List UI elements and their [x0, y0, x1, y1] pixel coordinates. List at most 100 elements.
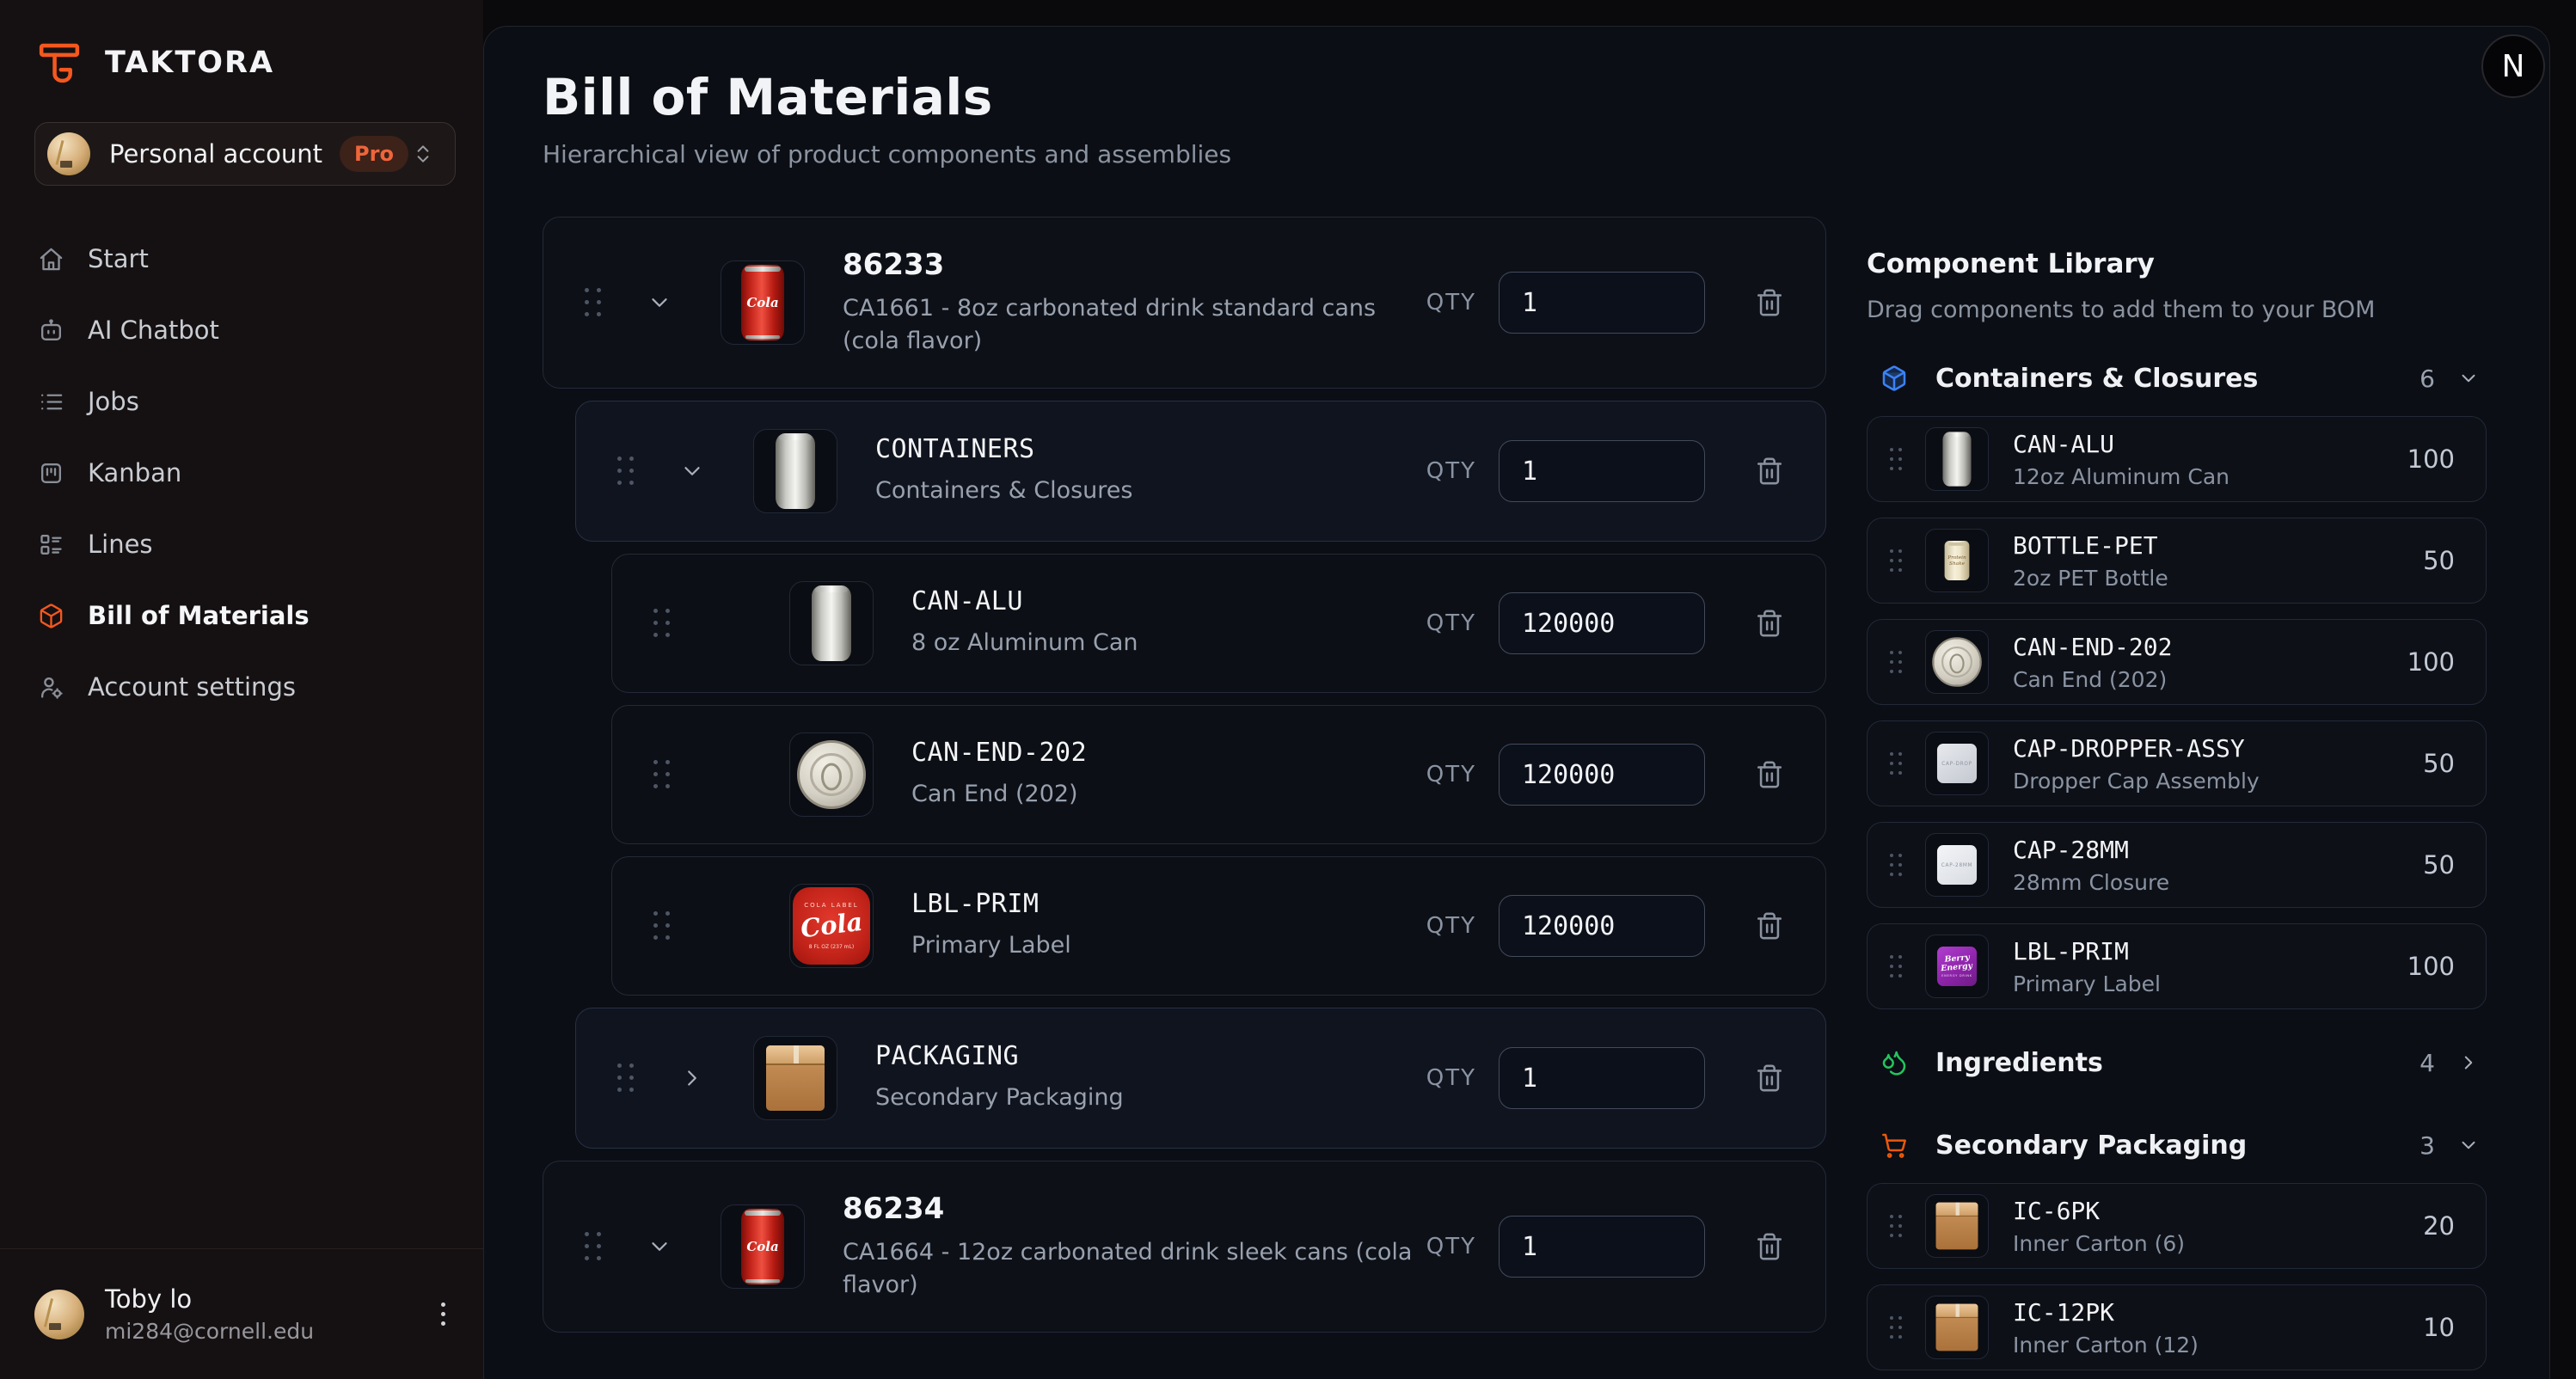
trash-icon[interactable] — [1755, 911, 1784, 941]
drag-handle-icon[interactable] — [617, 1063, 635, 1093]
sidebar-item-jobs[interactable]: Jobs — [34, 382, 456, 421]
bom-row-packaging[interactable]: PACKAGING Secondary Packaging QTY — [575, 1008, 1826, 1149]
kebab-menu-icon[interactable] — [434, 1296, 452, 1333]
orange-cart-icon — [1880, 1131, 1908, 1159]
library-item-can-alu[interactable]: CAN-ALU 12oz Aluminum Can 100 — [1867, 416, 2487, 502]
item-code: CONTAINERS — [875, 434, 1426, 464]
chevron-down-icon[interactable] — [647, 1234, 672, 1259]
qty-input[interactable] — [1499, 272, 1705, 334]
sidebar-item-start[interactable]: Start — [34, 239, 456, 279]
item-description: Inner Carton (12) — [2013, 1333, 2199, 1358]
bom-row-can-end-202[interactable]: CAN-END-202 Can End (202) QTY — [611, 705, 1826, 844]
item-description: Primary Label — [911, 929, 1426, 962]
item-code: PACKAGING — [875, 1041, 1426, 1071]
library-item-cap-28mm[interactable]: CAP-28MM CAP-28MM 28mm Closure 50 — [1867, 822, 2487, 908]
library-item-ic-6pk[interactable]: IC-6PK Inner Carton (6) 20 — [1867, 1183, 2487, 1269]
user-name: Toby lo — [105, 1284, 314, 1314]
product-image-berry-label: Berry Energy ENERGY DRINK — [1925, 935, 1989, 998]
item-quantity: 100 — [2407, 647, 2455, 677]
pro-badge: Pro — [340, 136, 408, 172]
item-code: CAN-ALU — [2013, 430, 2229, 458]
library-item-bottle-pet[interactable]: Protein Shake BOTTLE-PET 2oz PET Bottle … — [1867, 518, 2487, 604]
qty-input[interactable] — [1499, 440, 1705, 502]
sidebar-item-bill-of-materials[interactable]: Bill of Materials — [34, 596, 456, 635]
item-code: CAP-28MM — [2013, 836, 2169, 864]
bom-row-lbl-prim[interactable]: COLA LABEL Cola 8 FL OZ (237 mL) LBL-PRI… — [611, 856, 1826, 996]
product-image-carton — [1925, 1296, 1989, 1359]
trash-icon[interactable] — [1755, 1232, 1784, 1261]
item-code: LBL-PRIM — [2013, 937, 2161, 965]
chevron-down-icon[interactable] — [647, 290, 672, 316]
product-image-cola-label: COLA LABEL Cola 8 FL OZ (237 mL) — [789, 884, 874, 968]
nextjs-avatar[interactable]: N — [2481, 34, 2545, 98]
library-subtitle: Drag components to add them to your BOM — [1867, 297, 2487, 323]
library-item-can-end-202[interactable]: CAN-END-202 Can End (202) 100 — [1867, 619, 2487, 705]
chevron-down-icon[interactable] — [679, 458, 705, 484]
drag-handle-icon[interactable] — [1890, 752, 1903, 775]
drag-handle-icon[interactable] — [585, 288, 602, 317]
cap-art-text: CAP-DROP — [1941, 761, 1972, 766]
drag-handle-icon[interactable] — [585, 1232, 602, 1261]
item-description: CA1661 - 8oz carbonated drink standard c… — [843, 292, 1426, 359]
qty-input[interactable] — [1499, 592, 1705, 654]
library-item-cap-dropper-assy[interactable]: CAP-DROP CAP-DROPPER-ASSY Dropper Cap As… — [1867, 720, 2487, 806]
drag-handle-icon[interactable] — [617, 457, 635, 486]
qty-input[interactable] — [1499, 1047, 1705, 1109]
bom-tree: Cola 86233 CA1661 - 8oz carbonated drink… — [543, 217, 1826, 1333]
trash-icon[interactable] — [1755, 760, 1784, 789]
item-description: 28mm Closure — [2013, 870, 2169, 895]
bom-row-86234[interactable]: Cola 86234 CA1664 - 12oz carbonated drin… — [543, 1161, 1826, 1333]
drag-handle-icon[interactable] — [653, 760, 671, 789]
product-image-cap-28mm: CAP-28MM — [1925, 833, 1989, 897]
library-item-lbl-prim[interactable]: Berry Energy ENERGY DRINK LBL-PRIM Prima… — [1867, 923, 2487, 1009]
bom-row-can-alu[interactable]: CAN-ALU 8 oz Aluminum Can QTY — [611, 554, 1826, 693]
item-description: Containers & Closures — [875, 475, 1426, 507]
qty-input[interactable] — [1499, 895, 1705, 957]
library-section-ingredients[interactable]: Ingredients 4 — [1867, 1044, 2487, 1082]
account-switcher[interactable]: Personal account Pro — [34, 122, 456, 186]
trash-icon[interactable] — [1755, 609, 1784, 638]
product-image-aluminum-can — [753, 429, 837, 513]
avatar-letter: N — [2502, 49, 2525, 84]
bom-row-containers[interactable]: CONTAINERS Containers & Closures QTY — [575, 401, 1826, 542]
drag-handle-icon[interactable] — [653, 911, 671, 941]
sidebar-item-ai-chatbot[interactable]: AI Chatbot — [34, 310, 456, 350]
qty-input[interactable] — [1499, 1216, 1705, 1278]
drag-handle-icon[interactable] — [1890, 448, 1903, 471]
bom-row-86233[interactable]: Cola 86233 CA1661 - 8oz carbonated drink… — [543, 217, 1826, 389]
qty-label: QTY — [1426, 610, 1476, 636]
product-image-carton — [1925, 1194, 1989, 1258]
section-count: 6 — [2420, 365, 2435, 393]
item-quantity: 100 — [2407, 952, 2455, 981]
product-image-cap-dropper: CAP-DROP — [1925, 732, 1989, 795]
chevron-right-icon[interactable] — [679, 1065, 705, 1091]
item-description: Can End (202) — [2013, 667, 2172, 692]
qty-input[interactable] — [1499, 744, 1705, 806]
drag-handle-icon[interactable] — [1890, 651, 1903, 674]
trash-icon[interactable] — [1755, 457, 1784, 486]
sidebar-item-account-settings[interactable]: Account settings — [34, 667, 456, 707]
cap-art-text: CAP-28MM — [1941, 862, 1972, 867]
can-art-text: Cola — [746, 295, 778, 310]
drag-handle-icon[interactable] — [1890, 955, 1903, 978]
sidebar-item-kanban[interactable]: Kanban — [34, 453, 456, 493]
drag-handle-icon[interactable] — [1890, 854, 1903, 877]
drag-handle-icon[interactable] — [1890, 1215, 1903, 1238]
bom-panel: Bill of Materials Hierarchical view of p… — [543, 27, 1826, 1379]
drag-handle-icon[interactable] — [653, 609, 671, 638]
library-section-containers-closures[interactable]: Containers & Closures 6 — [1867, 359, 2487, 397]
drag-handle-icon[interactable] — [1890, 1316, 1903, 1339]
trash-icon[interactable] — [1755, 288, 1784, 317]
item-description: Primary Label — [2013, 971, 2161, 996]
sidebar-item-lines[interactable]: Lines — [34, 524, 456, 564]
product-image-aluminum-can — [789, 581, 874, 665]
library-title: Component Library — [1867, 248, 2487, 279]
drag-handle-icon[interactable] — [1890, 549, 1903, 573]
library-section-secondary-packaging[interactable]: Secondary Packaging 3 — [1867, 1126, 2487, 1164]
sidebar-item-label: Account settings — [88, 672, 296, 702]
berry-art-text: Energy — [1941, 962, 1973, 973]
item-code: BOTTLE-PET — [2013, 531, 2168, 560]
main-content-card: Bill of Materials Hierarchical view of p… — [483, 26, 2550, 1379]
library-item-ic-12pk[interactable]: IC-12PK Inner Carton (12) 10 — [1867, 1284, 2487, 1370]
trash-icon[interactable] — [1755, 1063, 1784, 1093]
